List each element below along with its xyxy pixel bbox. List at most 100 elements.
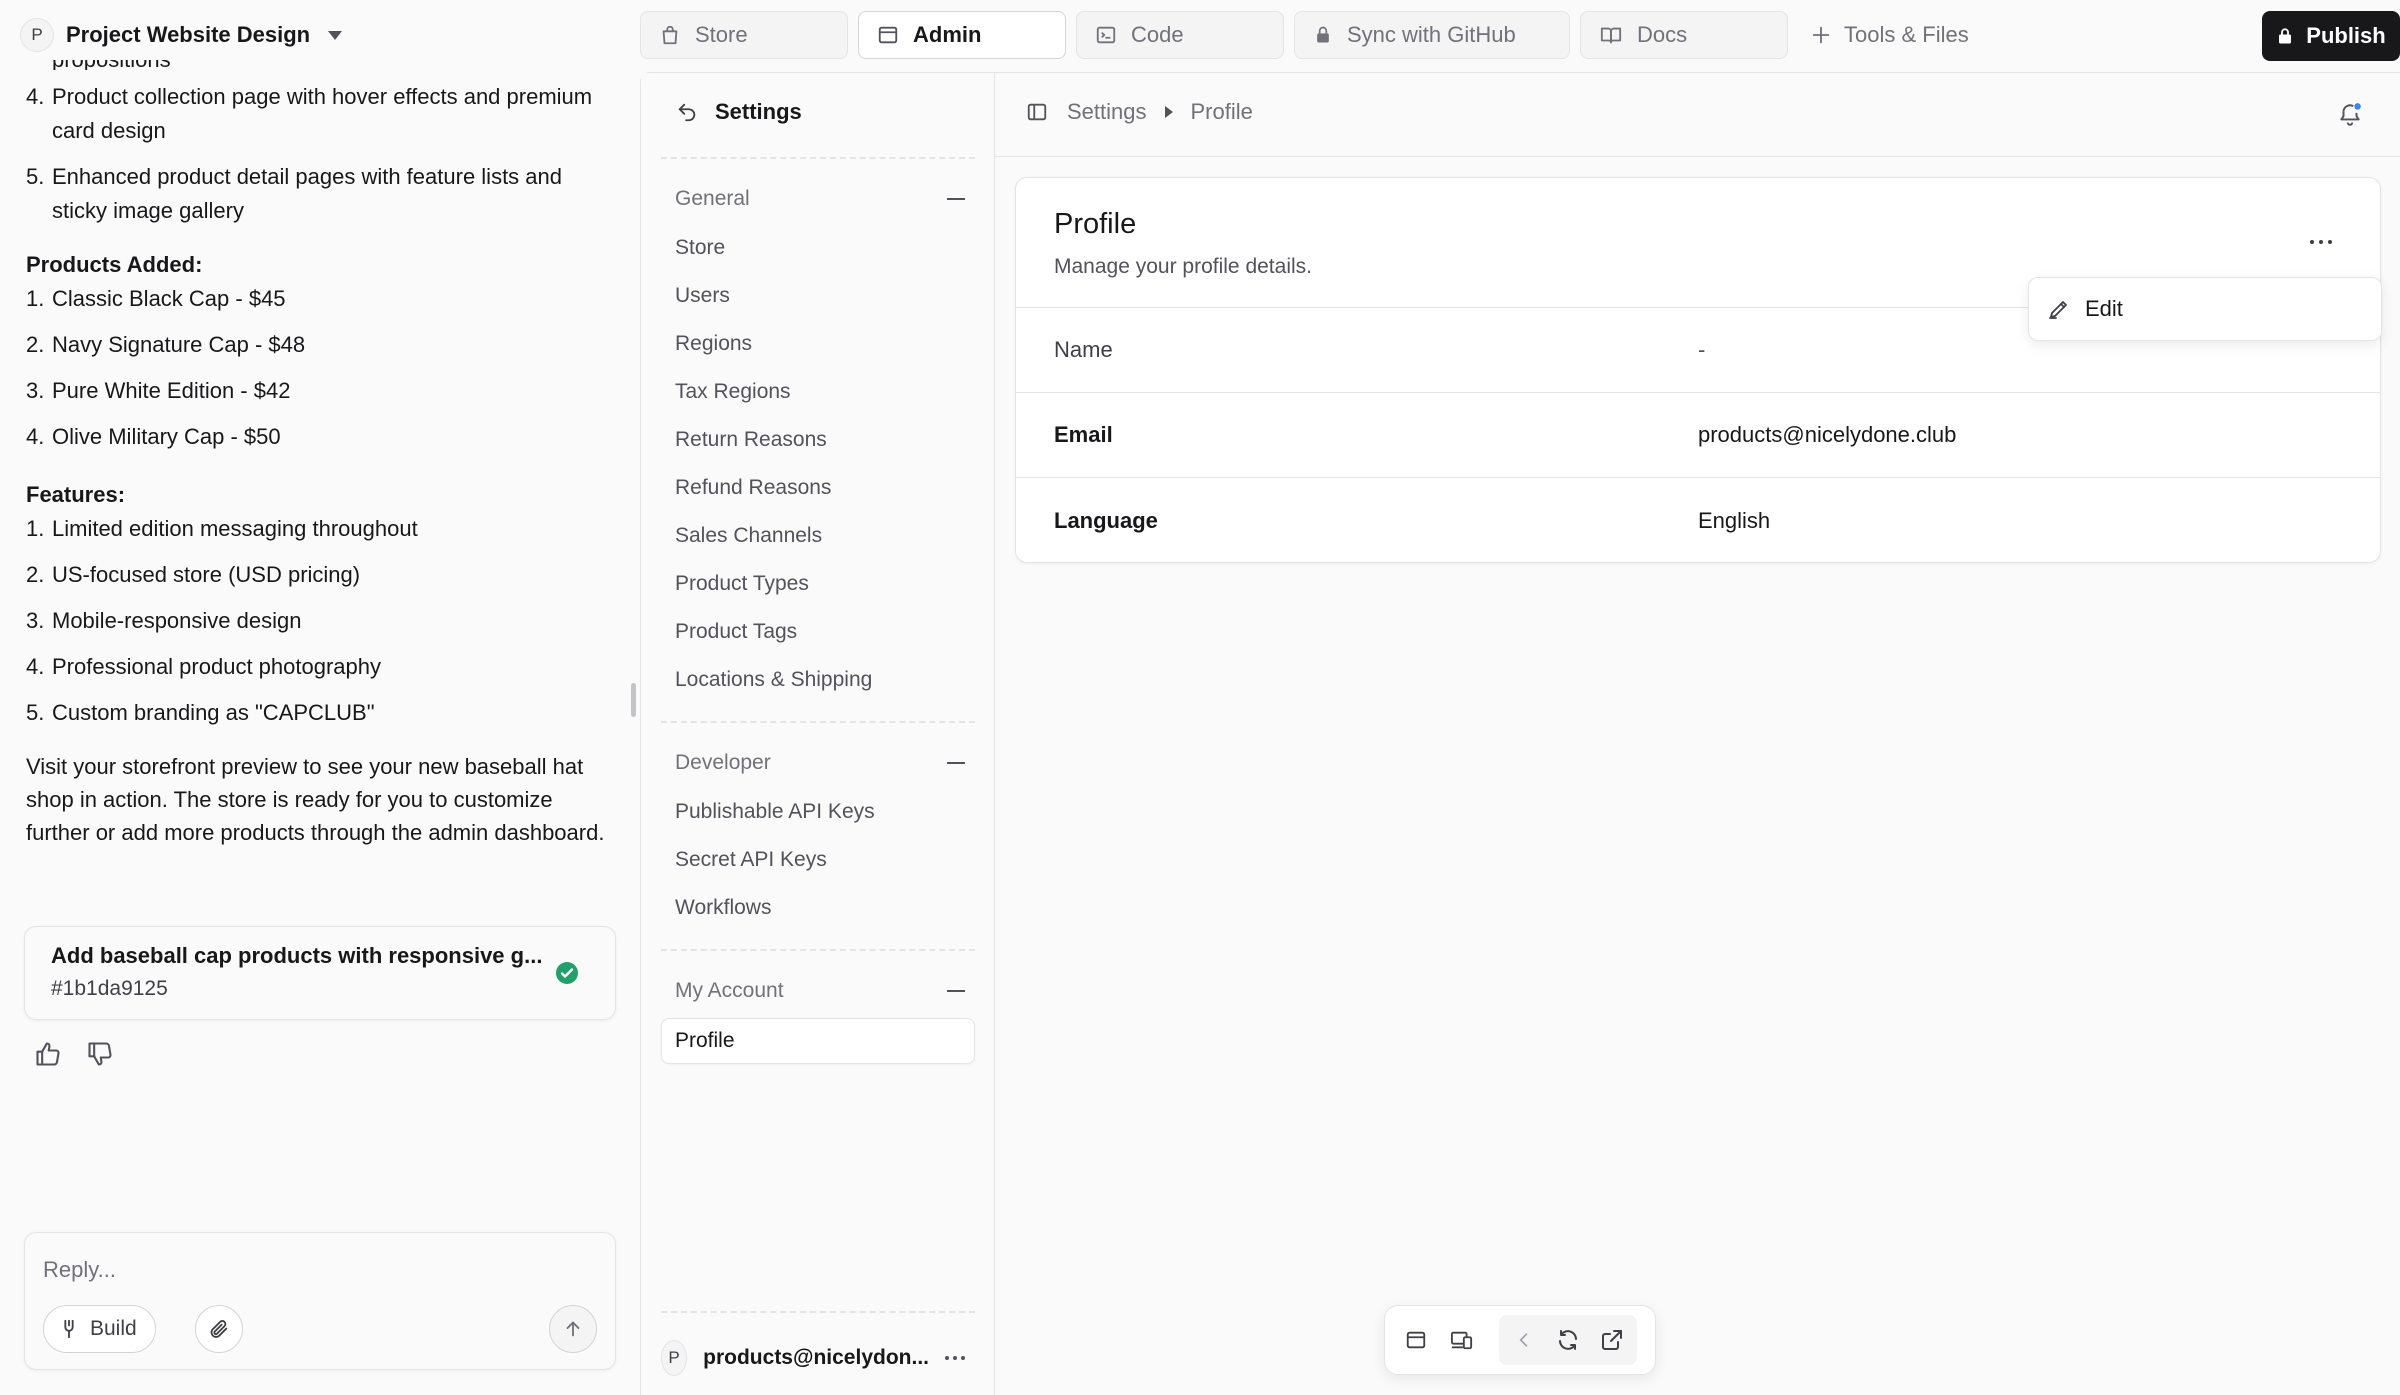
bag-icon xyxy=(659,24,681,46)
device-view-button[interactable] xyxy=(1443,1317,1481,1363)
account-menu[interactable]: P products@nicelydon... xyxy=(661,1335,975,1381)
sidebar-item-profile[interactable]: Profile xyxy=(661,1018,975,1064)
paperclip-icon xyxy=(208,1318,230,1340)
back-arrow-icon xyxy=(675,101,699,123)
tab-docs[interactable]: Docs xyxy=(1580,11,1788,59)
divider xyxy=(661,1311,975,1313)
settings-main: Settings Profile Profile Manage your pro… xyxy=(995,73,2400,1395)
list-item: 5. Enhanced product detail pages with fe… xyxy=(26,164,562,223)
settings-sidebar: Settings General Store Users Regions Tax… xyxy=(641,73,995,1395)
commit-hash: #1b1da9125 xyxy=(51,977,168,1000)
back-button[interactable] xyxy=(1505,1317,1543,1363)
check-circle-icon xyxy=(555,961,579,985)
thumbs-up-icon[interactable] xyxy=(34,1040,62,1068)
publish-button[interactable]: Publish xyxy=(2262,11,2400,61)
sidebar-item-users[interactable]: Users xyxy=(675,281,730,311)
reply-input[interactable] xyxy=(43,1253,583,1287)
list-item: 4. Product collection page with hover ef… xyxy=(26,84,593,143)
build-label: Build xyxy=(90,1317,137,1340)
project-name: Project Website Design xyxy=(66,22,311,47)
group-my-account[interactable]: My Account xyxy=(675,979,965,1003)
profile-title: Profile xyxy=(1054,208,1137,240)
panel-resize-handle[interactable] xyxy=(631,683,636,717)
chevron-down-icon xyxy=(328,30,343,40)
lock-icon xyxy=(2276,26,2294,46)
commit-card[interactable]: Add baseball cap products with responsiv… xyxy=(24,926,616,1020)
sidebar-item-tax-regions[interactable]: Tax Regions xyxy=(675,377,791,407)
sidebar-item-publishable-api-keys[interactable]: Publishable API Keys xyxy=(675,797,875,827)
settings-back-button[interactable]: Settings xyxy=(675,99,802,125)
attach-button[interactable] xyxy=(195,1305,243,1353)
profile-row-email: Email products@nicelydone.club xyxy=(1016,393,2380,478)
breadcrumb-settings[interactable]: Settings xyxy=(1067,99,1147,125)
sidebar-item-regions[interactable]: Regions xyxy=(675,329,752,359)
profile-subtitle: Manage your profile details. xyxy=(1054,255,1312,278)
collapse-icon xyxy=(947,990,965,992)
window-view-button[interactable] xyxy=(1397,1317,1435,1363)
thumbs-down-icon[interactable] xyxy=(86,1040,114,1068)
collapse-icon xyxy=(947,762,965,764)
list-item: 1. Classic Black Cap - $45 xyxy=(26,286,286,311)
avatar: P xyxy=(661,1340,688,1376)
plus-icon xyxy=(1810,24,1832,46)
sidebar-item-sales-channels[interactable]: Sales Channels xyxy=(675,521,822,551)
breadcrumb: Settings Profile xyxy=(1025,99,1253,125)
chevron-right-icon xyxy=(1164,106,1173,118)
more-horizontal-icon[interactable] xyxy=(945,1356,965,1360)
tab-store[interactable]: Store xyxy=(640,11,848,59)
sidebar-item-product-tags[interactable]: Product Tags xyxy=(675,617,797,647)
top-toolbar: Store Admin Code Sync with GitHub Docs T… xyxy=(640,0,2400,70)
list-item: 2. US-focused store (USD pricing) xyxy=(26,562,361,587)
notification-bell-icon[interactable] xyxy=(2337,101,2363,127)
pencil-icon xyxy=(2047,297,2071,321)
row-value: - xyxy=(1698,337,1706,362)
more-horizontal-icon[interactable] xyxy=(2310,240,2332,244)
terminal-icon xyxy=(1095,24,1117,46)
row-value: English xyxy=(1698,507,1771,533)
lock-icon xyxy=(1313,25,1333,45)
arrow-up-icon xyxy=(562,1318,584,1340)
row-label: Name xyxy=(1054,337,1113,362)
divider xyxy=(661,721,975,723)
send-button[interactable] xyxy=(549,1305,597,1353)
sidebar-item-return-reasons[interactable]: Return Reasons xyxy=(675,425,827,455)
main-topbar: Settings Profile xyxy=(995,73,2400,157)
settings-title: Settings xyxy=(715,99,802,124)
window-icon xyxy=(877,24,899,46)
group-general[interactable]: General xyxy=(675,187,965,211)
sidebar-toggle-icon[interactable] xyxy=(1025,101,1049,123)
tab-sync-github[interactable]: Sync with GitHub xyxy=(1294,11,1570,59)
profile-row-language: Language English xyxy=(1016,478,2380,563)
build-mode-button[interactable]: Build xyxy=(43,1305,156,1353)
open-external-button[interactable] xyxy=(1593,1317,1631,1363)
sidebar-item-locations-shipping[interactable]: Locations & Shipping xyxy=(675,665,872,695)
list-item: 2. Navy Signature Cap - $48 xyxy=(26,332,306,357)
sidebar-item-secret-api-keys[interactable]: Secret API Keys xyxy=(675,845,827,875)
list-item: 3. Pure White Edition - $42 xyxy=(26,378,291,403)
profile-card: Profile Manage your profile details. Nam… xyxy=(1015,177,2381,563)
group-developer[interactable]: Developer xyxy=(675,751,965,775)
sidebar-item-store[interactable]: Store xyxy=(675,233,725,263)
chat-messages[interactable]: propositions 4. Product collection page … xyxy=(0,60,640,1020)
commit-title: Add baseball cap products with responsiv… xyxy=(51,943,543,968)
tab-code[interactable]: Code xyxy=(1076,11,1284,59)
tools-files-button[interactable]: Tools & Files xyxy=(1810,11,1969,59)
sidebar-item-workflows[interactable]: Workflows xyxy=(675,893,771,923)
edit-label: Edit xyxy=(2085,296,2123,321)
row-label: Language xyxy=(1054,507,1158,533)
admin-preview: Settings General Store Users Regions Tax… xyxy=(640,72,2400,1395)
external-link-icon xyxy=(1600,1328,1624,1352)
divider xyxy=(661,157,975,159)
refresh-button[interactable] xyxy=(1549,1317,1587,1363)
edit-menu-item[interactable]: Edit xyxy=(2028,277,2382,341)
message-line: propositions xyxy=(26,60,614,70)
closing-paragraph: Visit your storefront preview to see you… xyxy=(26,754,605,845)
products-heading: Products Added: xyxy=(26,252,203,277)
chat-panel: P Project Website Design propositions 4.… xyxy=(0,0,640,1395)
sidebar-item-refund-reasons[interactable]: Refund Reasons xyxy=(675,473,831,503)
preview-toolbar xyxy=(1384,1305,1656,1375)
tab-admin[interactable]: Admin xyxy=(858,11,1066,59)
sidebar-item-product-types[interactable]: Product Types xyxy=(675,569,809,599)
list-item: 4. Olive Military Cap - $50 xyxy=(26,424,281,449)
project-switcher[interactable]: P Project Website Design xyxy=(20,16,343,54)
